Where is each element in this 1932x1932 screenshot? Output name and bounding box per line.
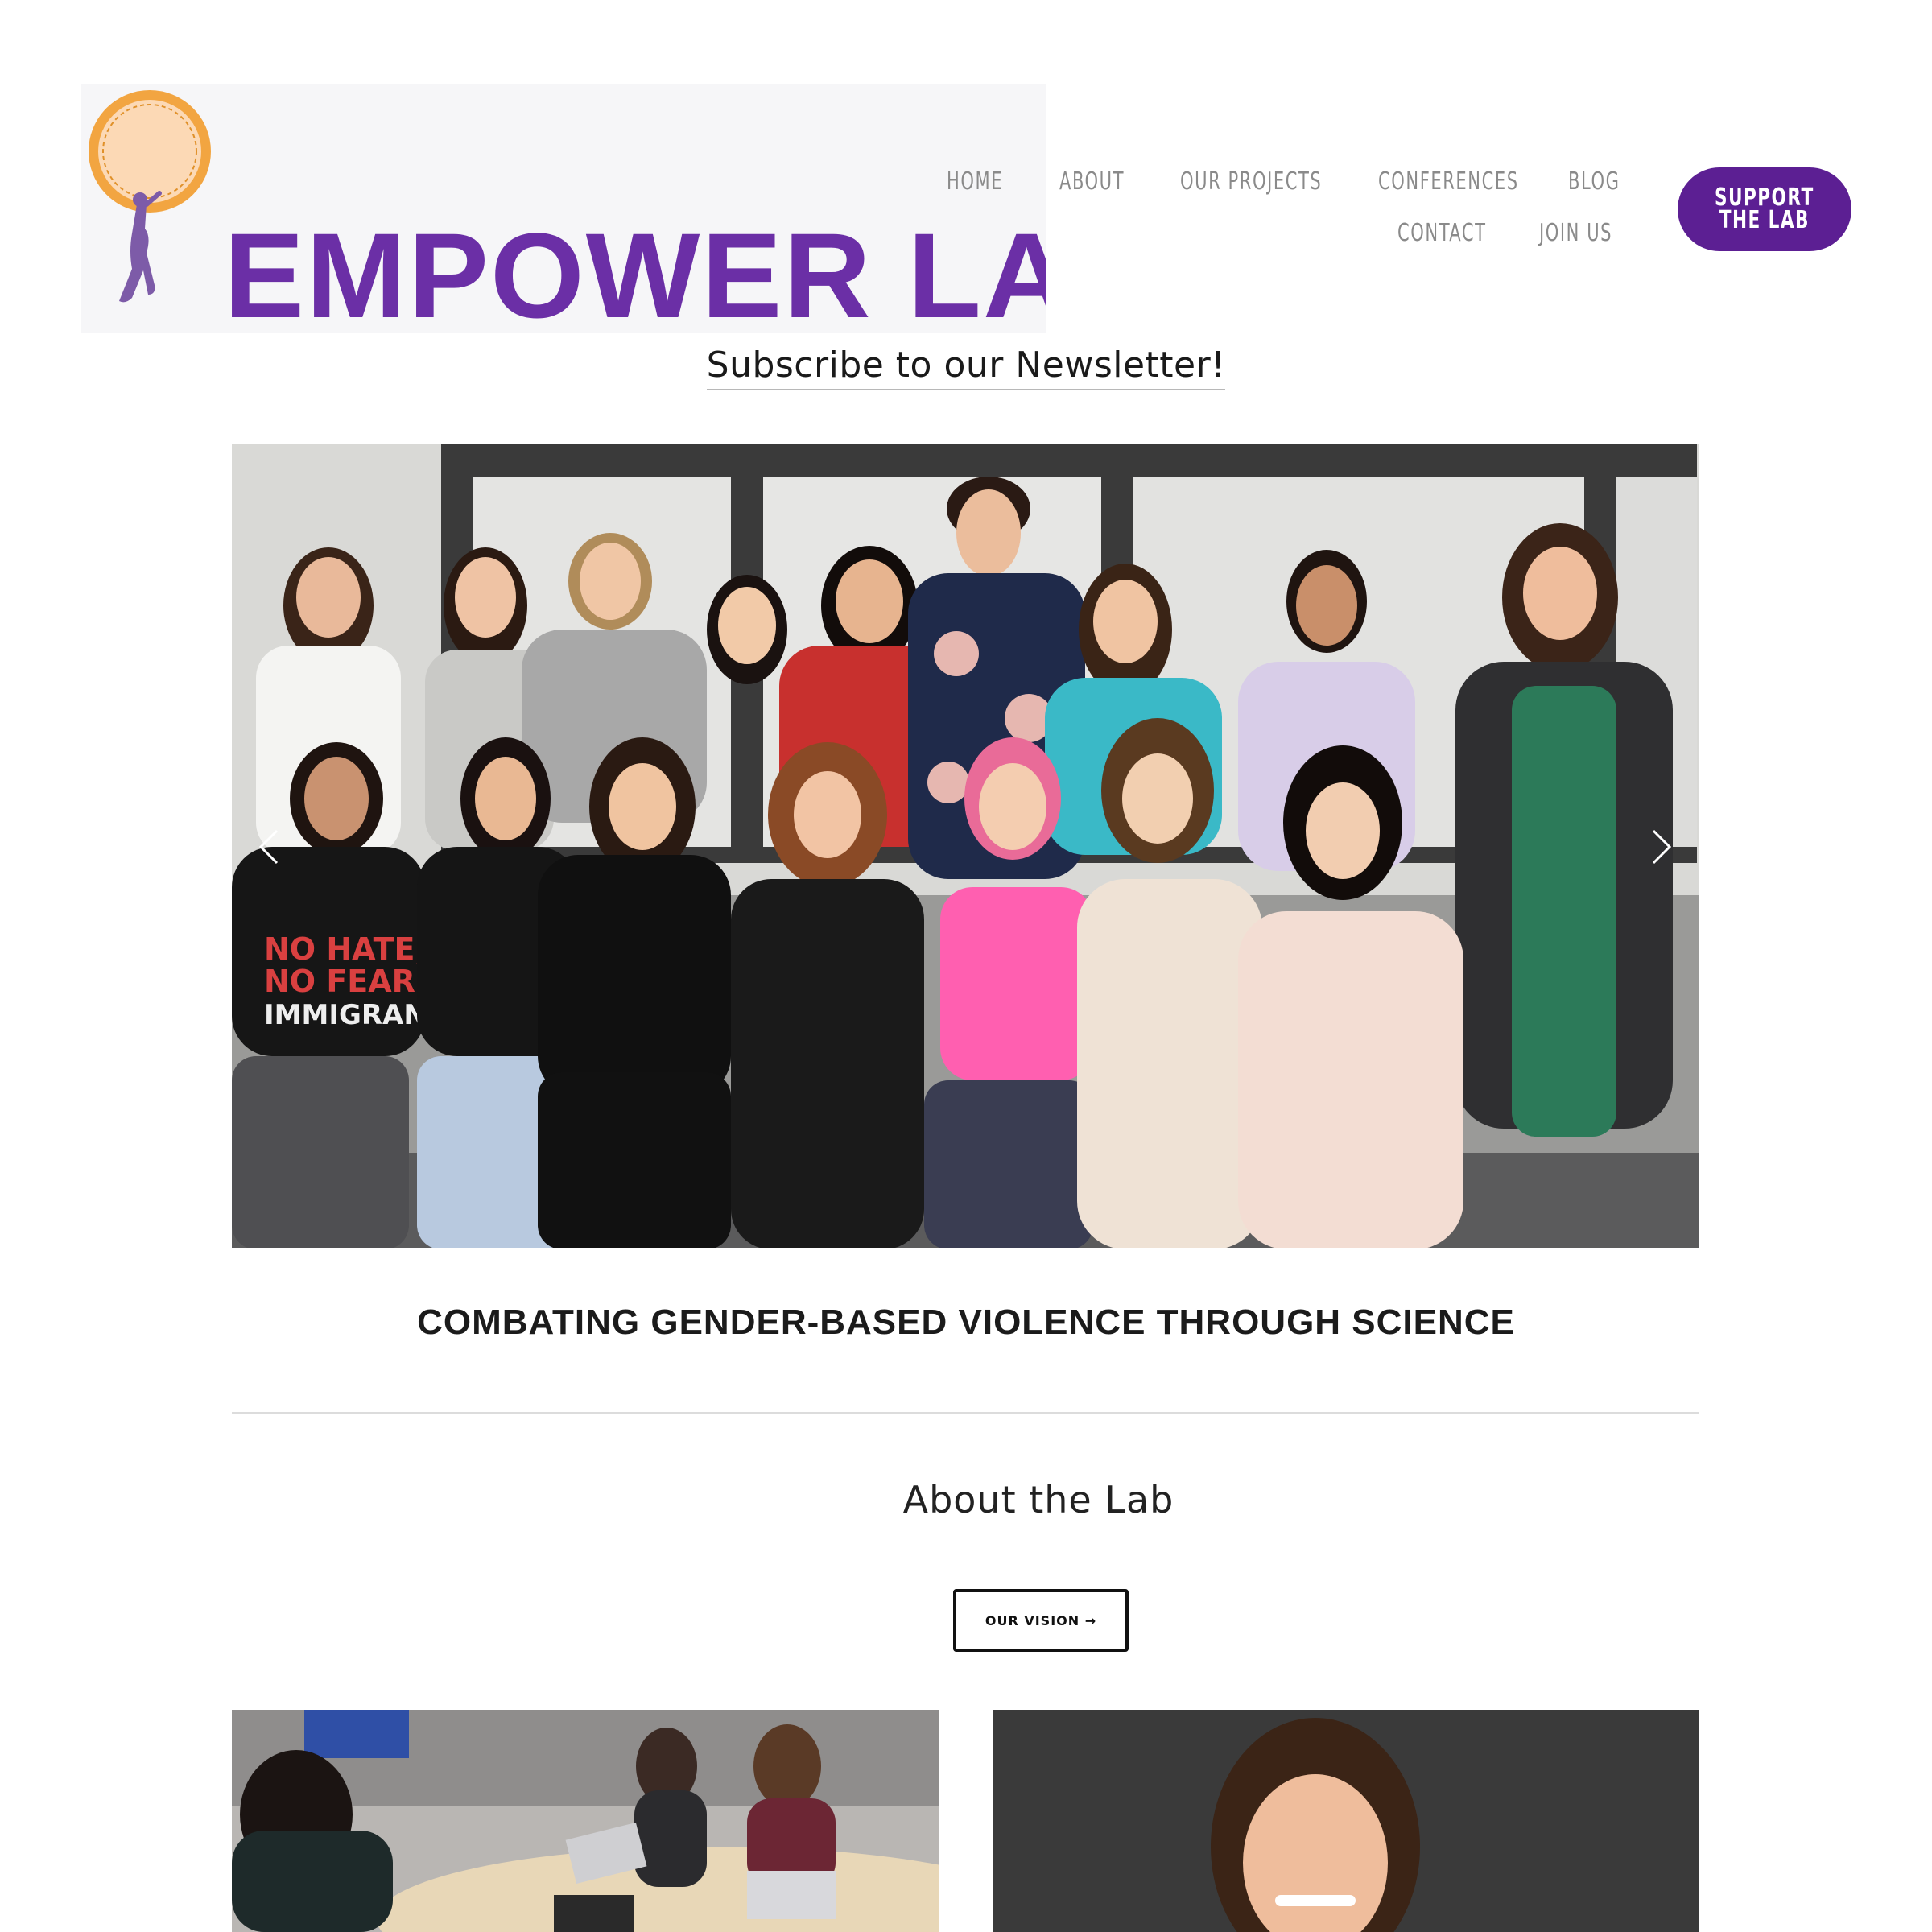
nav-contact[interactable]: Contact [1397, 219, 1487, 247]
chevron-left-icon [258, 829, 279, 865]
group-photo: NO HATE, NO FEAR, IMMIGRANTS [232, 444, 1699, 1248]
support-button-label: Support the Lab [1715, 184, 1814, 234]
svg-text:NO HATE,: NO HATE, [264, 931, 427, 967]
section-divider [232, 1412, 1699, 1414]
slideshow-prev-button[interactable] [246, 823, 295, 871]
logo[interactable]: EMPOWER LAB [80, 84, 1046, 333]
logo-text: EMPOWER LAB [224, 208, 1046, 333]
nav-blog[interactable]: Blog [1568, 167, 1620, 196]
nav-our-projects[interactable]: Our Projects [1180, 167, 1322, 196]
director-portrait-photo[interactable] [993, 1710, 1699, 1932]
our-vision-label: Our Vision → [985, 1612, 1097, 1629]
our-vision-button[interactable]: Our Vision → [953, 1589, 1129, 1652]
nav-home[interactable]: Home [947, 167, 1003, 196]
support-the-lab-button[interactable]: Support the Lab [1678, 167, 1852, 251]
nav-about[interactable]: About [1059, 167, 1125, 196]
slideshow-next-button[interactable] [1636, 823, 1684, 871]
lab-meeting-photo[interactable] [232, 1710, 939, 1932]
about-title: About the Lab [902, 1478, 1174, 1521]
nav-conferences[interactable]: Conferences [1378, 167, 1519, 196]
newsletter-section: Subscribe to our Newsletter! [0, 345, 1932, 390]
newsletter-link[interactable]: Subscribe to our Newsletter! [706, 345, 1226, 390]
nav-join-us[interactable]: Join Us [1539, 219, 1612, 247]
chevron-right-icon [1652, 829, 1672, 865]
tagline-heading: COMBATING GENDER-BASED VIOLENCE THROUGH … [417, 1302, 1515, 1342]
hero-slideshow[interactable]: NO HATE, NO FEAR, IMMIGRANTS [232, 444, 1699, 1248]
svg-text:NO FEAR,: NO FEAR, [264, 964, 427, 999]
